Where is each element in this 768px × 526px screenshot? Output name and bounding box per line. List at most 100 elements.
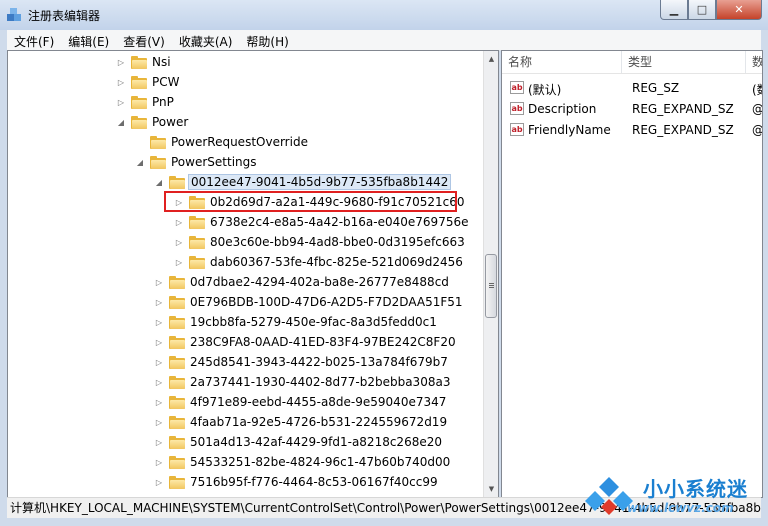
close-button[interactable]: ✕ bbox=[716, 0, 762, 20]
tree-item[interactable]: ▷ 0d7dbae2-4294-402a-ba8e-26777e8488cd bbox=[154, 272, 451, 292]
tree-item-label: 245d8541-3943-4422-b025-13a784f679b7 bbox=[190, 355, 448, 369]
maximize-button[interactable]: □ bbox=[688, 0, 716, 20]
tree-item[interactable]: ▷ 4f971e89-eebd-4455-a8de-9e59040e7347 bbox=[154, 392, 448, 412]
expand-arrow-icon[interactable]: ▷ bbox=[154, 378, 164, 387]
tree-item-label: 54533251-82be-4824-96c1-47b60b740d00 bbox=[190, 455, 451, 469]
expand-arrow-icon[interactable]: ▷ bbox=[116, 98, 126, 107]
tree-item[interactable]: ▷ PnP bbox=[116, 92, 176, 112]
tree-item-label: 7516b95f-f776-4464-8c53-06167f40cc99 bbox=[190, 475, 438, 489]
tree-item[interactable]: ▷ 54533251-82be-4824-96c1-47b60b740d00 bbox=[154, 452, 452, 472]
value-row[interactable]: ab (默认) REG_SZ (数 bbox=[502, 78, 762, 99]
title-bar: 注册表编辑器 ▁ □ ✕ bbox=[0, 0, 768, 30]
collapse-arrow-icon[interactable]: ◢ bbox=[116, 118, 126, 127]
tree-item-label: Nsi bbox=[152, 55, 171, 69]
minimize-icon: ▁ bbox=[669, 3, 679, 16]
tree-item[interactable]: ▷ 19cbb8fa-5279-450e-9fac-8a3d5fedd0c1 bbox=[154, 312, 439, 332]
tree-item-label: 0012ee47-9041-4b5d-9b77-535fba8b1442 bbox=[188, 174, 452, 190]
menu-help[interactable]: 帮助(H) bbox=[239, 30, 295, 50]
value-type: REG_EXPAND_SZ bbox=[632, 102, 734, 116]
scroll-up-arrow-icon[interactable]: ▲ bbox=[484, 51, 498, 67]
tree-item[interactable]: ▷ 7516b95f-f776-4464-8c53-06167f40cc99 bbox=[154, 472, 440, 492]
expand-arrow-icon[interactable]: ▷ bbox=[154, 278, 164, 287]
expand-arrow-icon[interactable]: ▷ bbox=[174, 218, 184, 227]
tree-item[interactable]: ▷ Nsi bbox=[116, 52, 173, 72]
menu-edit[interactable]: 编辑(E) bbox=[61, 30, 116, 50]
tree-item-label: PowerRequestOverride bbox=[171, 135, 308, 149]
expand-arrow-icon[interactable]: ▷ bbox=[116, 58, 126, 67]
minimize-button[interactable]: ▁ bbox=[660, 0, 688, 20]
tree-item[interactable]: ▷ 2a737441-1930-4402-8d77-b2bebba308a3 bbox=[154, 372, 452, 392]
scrollbar-thumb[interactable] bbox=[485, 254, 497, 318]
folder-icon bbox=[131, 55, 147, 69]
menu-view[interactable]: 查看(V) bbox=[116, 30, 172, 50]
expand-arrow-icon[interactable]: ▷ bbox=[116, 78, 126, 87]
tree-item-label: 19cbb8fa-5279-450e-9fac-8a3d5fedd0c1 bbox=[190, 315, 437, 329]
tree-item[interactable]: ◢ PowerSettings bbox=[135, 152, 259, 172]
window-controls: ▁ □ ✕ bbox=[660, 0, 762, 20]
watermark: 小小系统迷 www.lcwvz.com bbox=[583, 473, 763, 521]
tree-item[interactable]: ▷ 245d8541-3943-4422-b025-13a784f679b7 bbox=[154, 352, 450, 372]
value-row[interactable]: ab FriendlyName REG_EXPAND_SZ @ bbox=[502, 120, 762, 141]
watermark-text: 小小系统迷 bbox=[643, 477, 748, 501]
value-row[interactable]: ab Description REG_EXPAND_SZ @ bbox=[502, 99, 762, 120]
expand-arrow-icon[interactable]: ▷ bbox=[154, 478, 164, 487]
expand-arrow-icon[interactable]: ▷ bbox=[174, 238, 184, 247]
tree-item[interactable]: ◢ 0012ee47-9041-4b5d-9b77-535fba8b1442 bbox=[154, 172, 452, 192]
tree-item[interactable]: ▷ 0E796BDB-100D-47D6-A2D5-F7D2DAA51F51 bbox=[154, 292, 465, 312]
collapse-arrow-icon[interactable]: ◢ bbox=[154, 178, 164, 187]
folder-icon bbox=[169, 355, 185, 369]
tree-item[interactable]: ◢ Power bbox=[116, 112, 190, 132]
column-header-data[interactable]: 数 bbox=[746, 51, 762, 73]
registry-values-list[interactable]: 名称 类型 数 ab (默认) REG_SZ (数 ab Description… bbox=[501, 50, 763, 498]
tree-vertical-scrollbar[interactable]: ▲ ▼ bbox=[483, 51, 498, 497]
expand-arrow-icon[interactable]: ▷ bbox=[174, 258, 184, 267]
watermark-url: www.lcwvz.com bbox=[627, 501, 734, 515]
tree-item-label: PnP bbox=[152, 95, 174, 109]
tree-item-label: PCW bbox=[152, 75, 180, 89]
string-value-icon: ab bbox=[510, 102, 524, 115]
tree-item[interactable]: ▷ 238C9FA8-0AAD-41ED-83F4-97BE242C8F20 bbox=[154, 332, 458, 352]
tree-item[interactable]: ▷ dab60367-53fe-4fbc-825e-521d069d2456 bbox=[174, 252, 465, 272]
tree-item[interactable]: PowerRequestOverride bbox=[135, 132, 310, 152]
tree-item-label: dab60367-53fe-4fbc-825e-521d069d2456 bbox=[210, 255, 463, 269]
expand-arrow-icon[interactable]: ▷ bbox=[154, 338, 164, 347]
folder-icon bbox=[169, 315, 185, 329]
folder-icon bbox=[169, 335, 185, 349]
tree-item[interactable]: ▷ 501a4d13-42af-4429-9fd1-a8218c268e20 bbox=[154, 432, 444, 452]
expand-arrow-icon[interactable]: ▷ bbox=[154, 398, 164, 407]
folder-icon bbox=[169, 295, 185, 309]
tree-item[interactable]: ▷ 80e3c60e-bb94-4ad8-bbe0-0d3195efc663 bbox=[174, 232, 467, 252]
string-value-icon: ab bbox=[510, 123, 524, 136]
column-header-type[interactable]: 类型 bbox=[622, 51, 746, 73]
tree-item-label: 2a737441-1930-4402-8d77-b2bebba308a3 bbox=[190, 375, 451, 389]
expand-arrow-icon[interactable]: ▷ bbox=[154, 298, 164, 307]
value-name: (默认) bbox=[528, 83, 562, 97]
menu-favorites[interactable]: 收藏夹(A) bbox=[172, 30, 240, 50]
scroll-down-arrow-icon[interactable]: ▼ bbox=[484, 481, 498, 497]
folder-icon bbox=[131, 75, 147, 89]
tree-item[interactable]: ▷ 4faab71a-92e5-4726-b531-224559672d19 bbox=[154, 412, 449, 432]
folder-icon bbox=[169, 435, 185, 449]
value-name: Description bbox=[528, 102, 597, 116]
registry-editor-icon bbox=[7, 8, 21, 21]
folder-icon bbox=[131, 115, 147, 129]
menu-file[interactable]: 文件(F) bbox=[7, 30, 61, 50]
registry-key-tree[interactable]: ▷ 7516b95f-f776-4464-8c53-06167f40cc99 ▷ 54… bbox=[7, 50, 499, 498]
window-title: 注册表编辑器 bbox=[28, 9, 101, 23]
expand-arrow-icon[interactable]: ▷ bbox=[154, 458, 164, 467]
value-name: FriendlyName bbox=[528, 123, 611, 137]
folder-icon bbox=[189, 255, 205, 269]
tree-item[interactable]: ▷ PCW bbox=[116, 72, 181, 92]
expand-arrow-icon[interactable]: ▷ bbox=[154, 438, 164, 447]
expand-arrow-icon[interactable]: ▷ bbox=[154, 318, 164, 327]
tree-item-label: 4f971e89-eebd-4455-a8de-9e59040e7347 bbox=[190, 395, 447, 409]
tree-item[interactable]: ▷ 6738e2c4-e8a5-4a42-b16a-e040e769756e bbox=[174, 212, 470, 232]
expand-arrow-icon[interactable]: ▷ bbox=[154, 358, 164, 367]
tree-item-label: 6738e2c4-e8a5-4a42-b16a-e040e769756e bbox=[210, 215, 469, 229]
collapse-arrow-icon[interactable]: ◢ bbox=[135, 158, 145, 167]
column-header-name[interactable]: 名称 bbox=[502, 51, 622, 73]
folder-icon bbox=[169, 415, 185, 429]
value-data: @ bbox=[752, 102, 763, 116]
maximize-icon: □ bbox=[696, 3, 708, 16]
expand-arrow-icon[interactable]: ▷ bbox=[154, 418, 164, 427]
